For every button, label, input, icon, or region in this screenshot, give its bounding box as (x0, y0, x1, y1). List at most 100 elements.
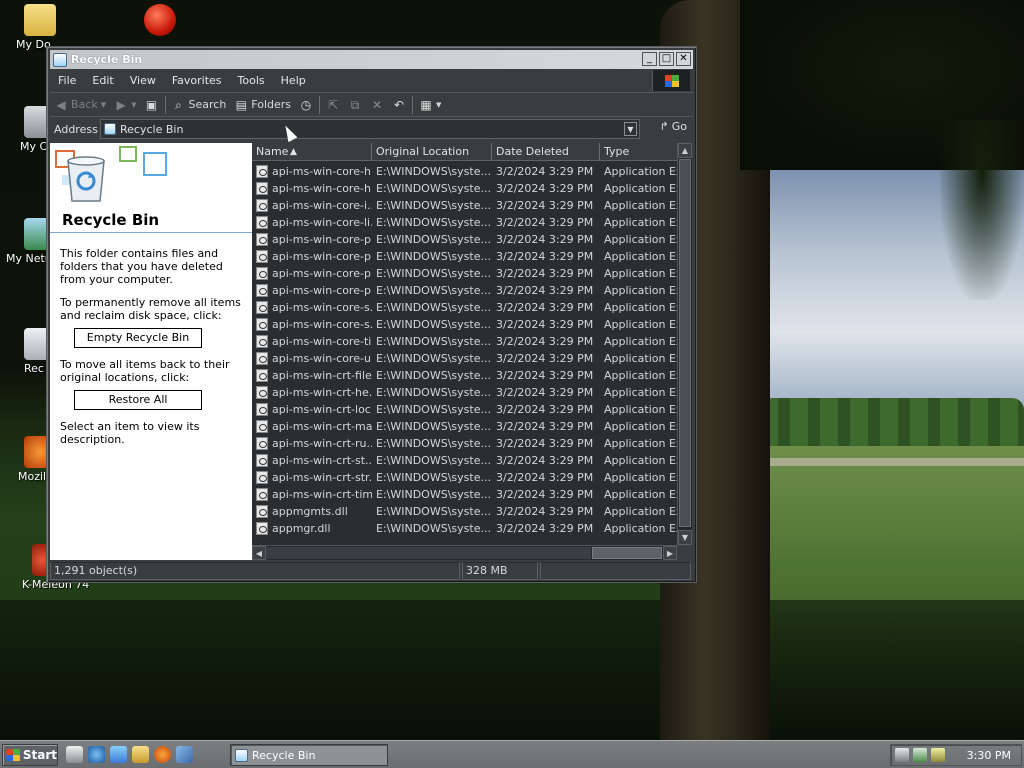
outlook-express-icon[interactable] (110, 746, 127, 763)
maximize-button[interactable]: □ (659, 52, 674, 66)
table-row[interactable]: api-ms-win-core-li... E:\WINDOWS\syste...… (252, 214, 677, 231)
column-header-original-location[interactable]: Original Location (372, 143, 492, 160)
table-row[interactable]: api-ms-win-crt-tim... E:\WINDOWS\syste...… (252, 486, 677, 503)
empty-recycle-bin-button[interactable]: Empty Recycle Bin (74, 328, 202, 348)
explorer-icon[interactable] (132, 746, 149, 763)
table-row[interactable]: api-ms-win-core-p... E:\WINDOWS\syste... 3… (252, 265, 677, 282)
dll-file-icon (256, 522, 268, 536)
table-row[interactable]: api-ms-win-core-s... E:\WINDOWS\syste... 3… (252, 316, 677, 333)
delete-button[interactable]: ✕ (366, 94, 388, 116)
table-row[interactable]: api-ms-win-crt-he... E:\WINDOWS\syste... 3… (252, 384, 677, 401)
menu-edit[interactable]: Edit (84, 74, 121, 87)
scroll-left-button[interactable]: ◀ (252, 546, 266, 560)
forward-button[interactable]: ▶ ▼ (110, 94, 140, 116)
table-row[interactable]: api-ms-win-core-p... E:\WINDOWS\syste... 3… (252, 248, 677, 265)
menu-tools[interactable]: Tools (230, 74, 273, 87)
table-cell: E:\WINDOWS\syste... (372, 488, 492, 501)
scroll-up-button[interactable]: ▲ (678, 143, 692, 158)
taskbar-button-recycle-bin[interactable]: Recycle Bin (230, 744, 388, 766)
cell-text: api-ms-win-crt-str... (272, 470, 372, 484)
cell-text: E:\WINDOWS\syste... (376, 250, 491, 263)
horizontal-scroll-thumb[interactable] (592, 547, 662, 559)
desktop-icon-my-documents[interactable]: My Do (0, 4, 80, 51)
table-row[interactable]: api-ms-win-crt-file... E:\WINDOWS\syste..… (252, 367, 677, 384)
table-row[interactable]: api-ms-win-crt-ma... E:\WINDOWS\syste... 3… (252, 418, 677, 435)
display-tray-icon[interactable] (913, 748, 927, 762)
cell-text: E:\WINDOWS\syste... (376, 335, 491, 348)
address-dropdown-button[interactable]: ▼ (624, 122, 637, 136)
search-button[interactable]: ⌕ Search (168, 94, 231, 116)
undo-button[interactable]: ↶ (388, 94, 410, 116)
dll-file-icon (256, 250, 268, 264)
copy-to-button[interactable]: ⧉ (344, 94, 366, 116)
column-header-name[interactable]: Name ▲ (252, 143, 372, 160)
table-row[interactable]: api-ms-win-crt-ru... E:\WINDOWS\syste... 3… (252, 435, 677, 452)
cell-text: E:\WINDOWS\syste... (376, 352, 491, 365)
table-row[interactable]: appmgmts.dll E:\WINDOWS\syste... 3/2/2024 … (252, 503, 677, 520)
table-cell: api-ms-win-core-p... (252, 250, 372, 264)
column-header-type[interactable]: Type (600, 143, 677, 160)
volume-tray-icon[interactable] (931, 748, 945, 762)
table-cell: E:\WINDOWS\syste... (372, 318, 492, 331)
table-cell: Application Exte (600, 386, 677, 399)
back-button[interactable]: ◀ Back ▼ (50, 94, 110, 116)
network-tray-icon[interactable] (895, 748, 909, 762)
table-row[interactable]: api-ms-win-core-u... E:\WINDOWS\syste... 3… (252, 350, 677, 367)
start-button[interactable]: Start (2, 744, 58, 766)
table-row[interactable]: appmgr.dll E:\WINDOWS\syste... 3/2/2024 3:… (252, 520, 677, 537)
menu-favorites[interactable]: Favorites (164, 74, 230, 87)
table-cell: E:\WINDOWS\syste... (372, 267, 492, 280)
horizontal-scrollbar[interactable]: ◀ ▶ (252, 545, 677, 560)
wallpaper-treeline (760, 398, 1024, 448)
restore-all-button[interactable]: Restore All (74, 390, 202, 410)
table-row[interactable]: api-ms-win-crt-st... E:\WINDOWS\syste... 3… (252, 452, 677, 469)
desktop-icon-red-ball[interactable] (120, 4, 200, 38)
title-bar[interactable]: Recycle Bin _ □ ✕ (50, 50, 693, 69)
table-cell: 3/2/2024 3:29 PM (492, 471, 600, 484)
vertical-scrollbar[interactable]: ▲ ▼ (677, 143, 692, 545)
table-row[interactable]: api-ms-win-crt-loc... E:\WINDOWS\syste...… (252, 401, 677, 418)
table-cell: Application Exte (600, 182, 677, 195)
history-button[interactable]: ◷ (295, 94, 317, 116)
up-folder-button[interactable]: ▣ (141, 94, 163, 116)
scroll-down-button[interactable]: ▼ (678, 530, 692, 545)
firefox-icon[interactable] (154, 746, 171, 763)
scroll-right-button[interactable]: ▶ (663, 546, 677, 560)
vertical-scroll-thumb[interactable] (679, 159, 691, 527)
cell-text: 3/2/2024 3:29 PM (496, 522, 594, 535)
address-input[interactable]: Recycle Bin ▼ (100, 119, 640, 139)
table-row[interactable]: api-ms-win-core-i... E:\WINDOWS\syste... 3… (252, 197, 677, 214)
table-row[interactable]: api-ms-win-core-h... E:\WINDOWS\syste... 3… (252, 163, 677, 180)
folders-icon: ▤ (235, 97, 247, 112)
table-row[interactable]: api-ms-win-crt-str... E:\WINDOWS\syste...… (252, 469, 677, 486)
internet-explorer-icon[interactable] (88, 746, 105, 763)
cell-text: api-ms-win-core-s... (272, 300, 372, 314)
table-cell: 3/2/2024 3:29 PM (492, 216, 600, 229)
views-button[interactable]: ▦ ▼ (415, 94, 445, 116)
folder-icon (24, 4, 56, 36)
column-header-date-deleted[interactable]: Date Deleted (492, 143, 600, 160)
table-cell: api-ms-win-core-p... (252, 284, 372, 298)
table-row[interactable]: api-ms-win-core-h... E:\WINDOWS\syste... 3… (252, 180, 677, 197)
show-desktop-icon[interactable] (66, 746, 83, 763)
folders-button[interactable]: ▤ Folders (230, 94, 295, 116)
table-row[interactable]: api-ms-win-core-ti... E:\WINDOWS\syste...… (252, 333, 677, 350)
clock[interactable]: 3:30 PM (967, 749, 1011, 762)
menu-help[interactable]: Help (273, 74, 314, 87)
menu-view[interactable]: View (122, 74, 164, 87)
table-cell: api-ms-win-core-h... (252, 182, 372, 196)
plane-icon[interactable] (176, 746, 193, 763)
table-row[interactable]: api-ms-win-core-p... E:\WINDOWS\syste... 3… (252, 282, 677, 299)
table-cell: api-ms-win-core-i... (252, 199, 372, 213)
minimize-button[interactable]: _ (642, 52, 657, 66)
cell-text: api-ms-win-core-h... (272, 164, 372, 178)
table-cell: E:\WINDOWS\syste... (372, 182, 492, 195)
dll-file-icon (256, 386, 268, 400)
close-button[interactable]: ✕ (676, 52, 691, 66)
table-row[interactable]: api-ms-win-core-p... E:\WINDOWS\syste... 3… (252, 231, 677, 248)
go-button[interactable]: ↱ Go (660, 120, 687, 133)
menu-file[interactable]: File (50, 74, 84, 87)
cell-text: Application Exte (604, 437, 677, 450)
move-to-button[interactable]: ⇱ (322, 94, 344, 116)
table-row[interactable]: api-ms-win-core-s... E:\WINDOWS\syste... 3… (252, 299, 677, 316)
